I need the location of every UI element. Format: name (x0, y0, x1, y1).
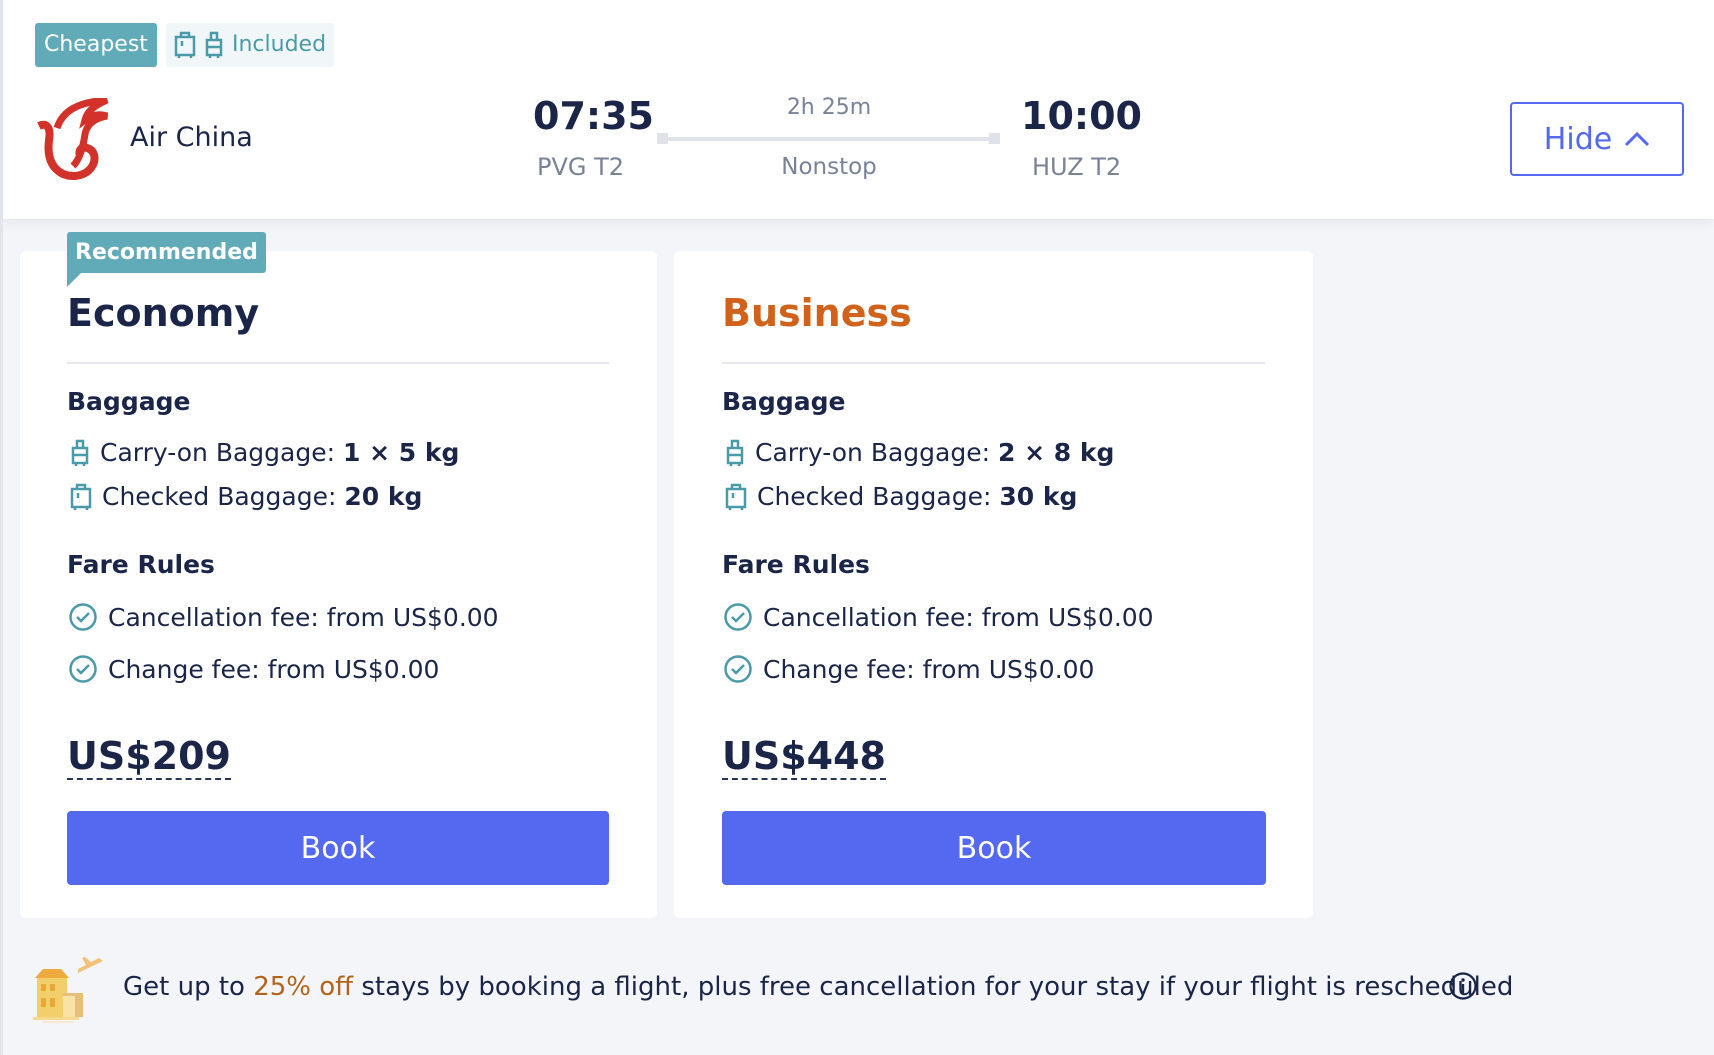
carry-on-value: 1 × 5 kg (342, 438, 460, 467)
fare-rules-heading: Fare Rules (67, 550, 215, 579)
checked-bag-icon (725, 483, 747, 510)
check-circle-icon (69, 603, 97, 631)
fare-title: Business (722, 291, 912, 335)
cancellation-fee: Cancellation fee: from US$0.00 (763, 602, 1154, 632)
info-icon[interactable] (1448, 971, 1478, 1001)
cancellation-row: Cancellation fee: from US$0.00 (723, 602, 1154, 632)
fare-price[interactable]: US$448 (722, 734, 886, 780)
check-circle-icon (69, 655, 97, 683)
book-button[interactable]: Book (722, 811, 1266, 885)
baggage-heading: Baggage (67, 387, 191, 416)
check-circle-icon (724, 655, 752, 683)
left-border (0, 219, 3, 1055)
recommended-badge: Recommended (67, 232, 266, 273)
cancellation-row: Cancellation fee: from US$0.00 (68, 602, 499, 632)
hide-button[interactable]: Hide (1510, 102, 1684, 176)
divider (722, 362, 1265, 364)
change-fee: Change fee: from US$0.00 (108, 654, 440, 684)
route-line (661, 137, 995, 141)
divider (67, 362, 609, 364)
cancellation-fee: Cancellation fee: from US$0.00 (108, 602, 499, 632)
included-label: Included (232, 32, 327, 57)
badge-tail (67, 273, 81, 287)
fare-card-economy: Recommended Economy Baggage Carry-on Bag… (20, 232, 657, 918)
checked-label: Checked Baggage: (757, 482, 1000, 511)
route-start-dot (657, 133, 668, 144)
stops: Nonstop (781, 154, 877, 180)
checked-value: 20 kg (344, 482, 423, 511)
checked-row: Checked Baggage: 30 kg (725, 482, 1077, 511)
change-row: Change fee: from US$0.00 (723, 654, 1094, 684)
carry-on-label: Carry-on Baggage: (100, 438, 343, 467)
cheapest-badge: Cheapest (35, 23, 157, 67)
hide-label: Hide (1543, 121, 1613, 157)
checked-value: 30 kg (999, 482, 1078, 511)
fare-title: Economy (67, 291, 260, 335)
change-row: Change fee: from US$0.00 (68, 654, 439, 684)
hotel-plane-icon (33, 957, 103, 1023)
arrive-airport: HUZ T2 (1032, 153, 1122, 181)
baggage-included-badge: Included (166, 23, 335, 67)
arrive-time: 10:00 (1021, 94, 1142, 138)
promo-pre: Get up to (123, 972, 254, 1002)
carry-on-icon (726, 439, 744, 466)
checked-bag-icon (174, 31, 196, 58)
checked-bag-icon (70, 483, 92, 510)
fare-rules-heading: Fare Rules (722, 550, 870, 579)
carry-on-value: 2 × 8 kg (997, 438, 1115, 467)
promo-post: stays by booking a flight, plus free can… (353, 972, 1514, 1002)
check-circle-icon (724, 603, 752, 631)
airline-name: Air China (130, 122, 253, 153)
baggage-heading: Baggage (722, 387, 846, 416)
carry-on-label: Carry-on Baggage: (755, 438, 998, 467)
carry-on-icon (205, 31, 223, 58)
checked-label: Checked Baggage: (102, 482, 345, 511)
carry-on-row: Carry-on Baggage: 2 × 8 kg (725, 438, 1114, 467)
promo-text: Get up to 25% off stays by booking a fli… (123, 972, 1513, 1002)
book-button[interactable]: Book (67, 811, 609, 885)
change-fee: Change fee: from US$0.00 (763, 654, 1095, 684)
fare-price[interactable]: US$209 (67, 734, 231, 780)
promo-highlight: 25% off (253, 972, 354, 1002)
carry-on-row: Carry-on Baggage: 1 × 5 kg (70, 438, 459, 467)
chevron-up-icon (1625, 131, 1650, 147)
checked-row: Checked Baggage: 20 kg (70, 482, 422, 511)
duration: 2h 25m (786, 95, 872, 120)
fare-card-business: Business Baggage Carry-on Baggage: 2 × 8… (674, 251, 1313, 918)
carry-on-icon (71, 439, 89, 466)
route-end-dot (989, 133, 1000, 144)
